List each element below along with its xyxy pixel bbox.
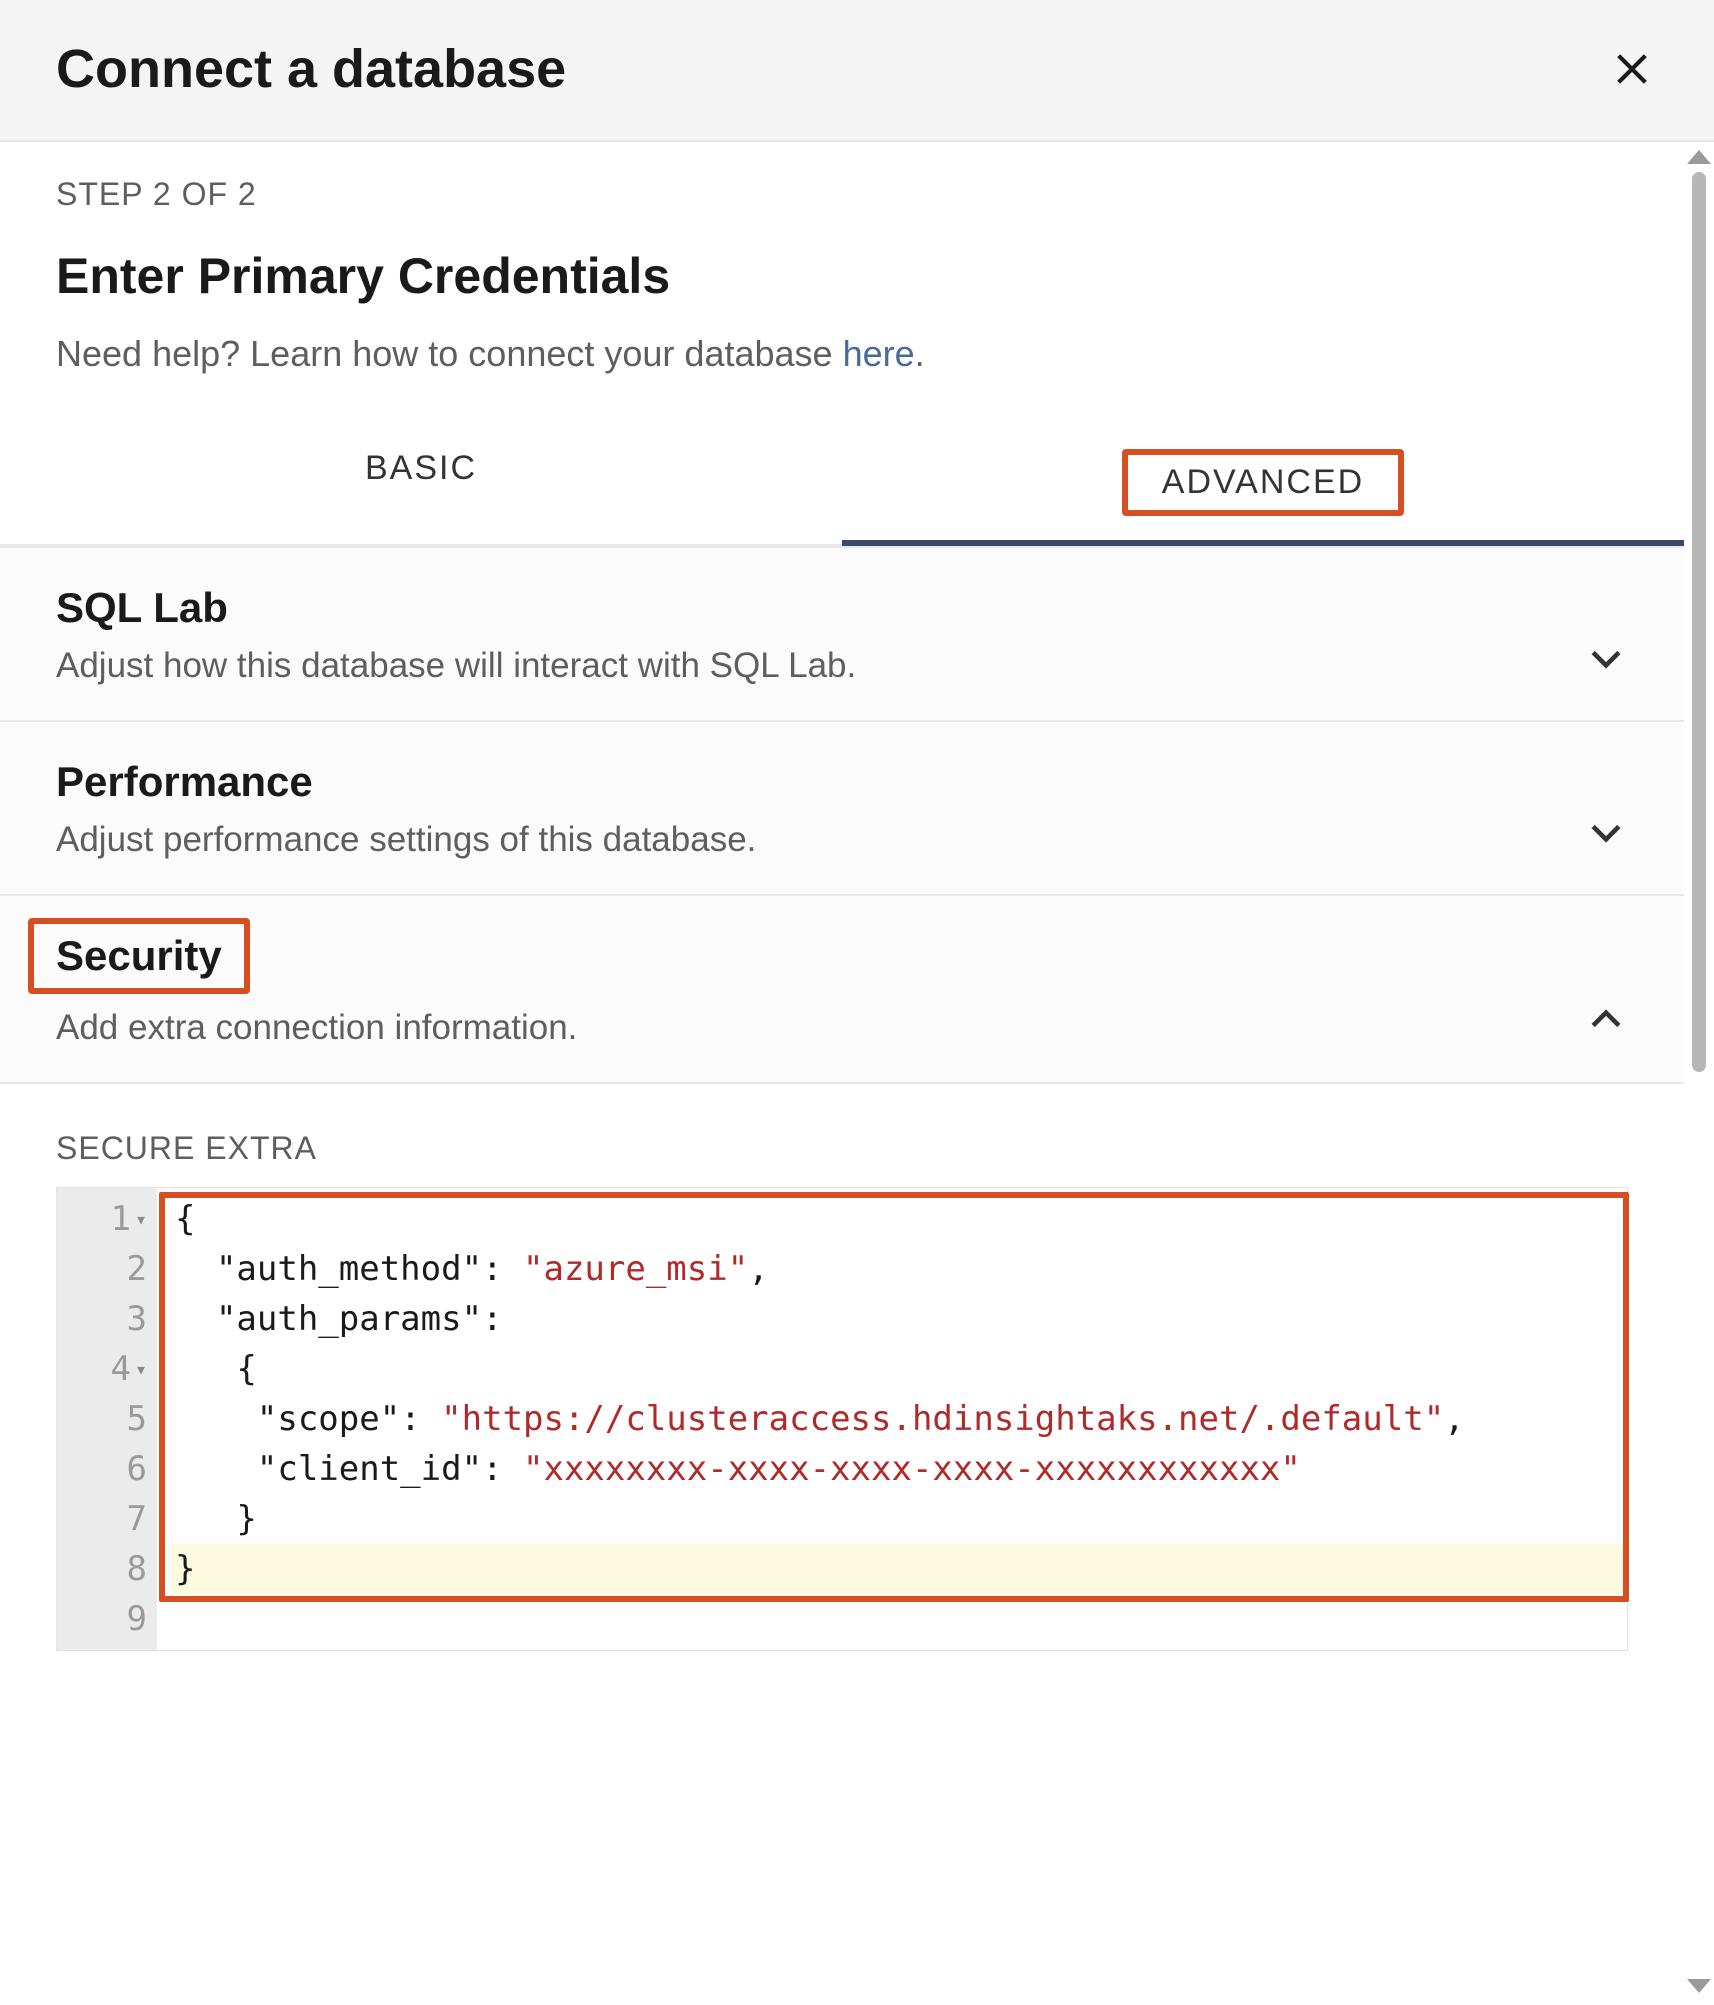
step-header: STEP 2 OF 2 Enter Primary Credentials Ne…: [0, 142, 1684, 383]
gutter-line: 1▾: [57, 1194, 157, 1244]
content-area: STEP 2 OF 2 Enter Primary Credentials Ne…: [0, 142, 1684, 2005]
tab-basic[interactable]: BASIC: [0, 423, 842, 546]
modal-header: Connect a database: [0, 0, 1714, 142]
secure-extra-label: SECURE EXTRA: [56, 1130, 1628, 1167]
section-performance-title: Performance: [56, 758, 313, 806]
gutter-line: 3: [57, 1294, 157, 1344]
tab-advanced-label: ADVANCED: [1122, 449, 1404, 516]
modal-scrollbar[interactable]: [1684, 142, 1714, 2005]
gutter-line: 4▾: [57, 1344, 157, 1394]
step-indicator: STEP 2 OF 2: [56, 176, 1628, 213]
chevron-up-icon: [1584, 998, 1628, 1042]
close-icon: [1612, 49, 1652, 89]
tab-advanced[interactable]: ADVANCED: [842, 423, 1684, 546]
section-security[interactable]: Security Add extra connection informatio…: [0, 896, 1684, 1084]
code-line: {: [171, 1194, 1627, 1244]
code-line: {: [171, 1344, 1627, 1394]
modal-body: STEP 2 OF 2 Enter Primary Credentials Ne…: [0, 142, 1714, 2005]
modal-title: Connect a database: [56, 38, 566, 100]
fold-icon[interactable]: ▾: [135, 1344, 147, 1394]
section-performance-desc: Adjust performance settings of this data…: [56, 820, 1584, 860]
gutter-line: 9: [57, 1594, 157, 1644]
scroll-up-arrow[interactable]: [1687, 150, 1711, 164]
section-sql-lab[interactable]: SQL Lab Adjust how this database will in…: [0, 548, 1684, 722]
section-sql-lab-desc: Adjust how this database will interact w…: [56, 646, 1584, 686]
code-line: "auth_method": "azure_msi",: [171, 1244, 1627, 1294]
code-line: "client_id": "xxxxxxxx-xxxx-xxxx-xxxx-xx…: [171, 1444, 1627, 1494]
help-line: Need help? Learn how to connect your dat…: [56, 333, 1628, 375]
scroll-track[interactable]: [1692, 172, 1706, 1971]
section-sql-lab-title: SQL Lab: [56, 584, 228, 632]
secure-extra-editor[interactable]: 1▾234▾56789 { "auth_method": "azure_msi"…: [56, 1187, 1628, 1651]
gutter-line: 8: [57, 1544, 157, 1594]
close-button[interactable]: [1606, 43, 1658, 95]
code-line: "auth_params":: [171, 1294, 1627, 1344]
section-security-body: SECURE EXTRA 1▾234▾56789 { "auth_method"…: [0, 1084, 1684, 1651]
advanced-accordion: SQL Lab Adjust how this database will in…: [0, 546, 1684, 1651]
section-performance[interactable]: Performance Adjust performance settings …: [0, 722, 1684, 896]
code-line: "scope": "https://clusteraccess.hdinsigh…: [171, 1394, 1627, 1444]
scroll-thumb[interactable]: [1692, 172, 1706, 1072]
section-security-desc: Add extra connection information.: [56, 1008, 1584, 1048]
gutter-line: 2: [57, 1244, 157, 1294]
gutter-line: 6: [57, 1444, 157, 1494]
tabs: BASIC ADVANCED: [0, 423, 1684, 546]
code-line: }: [171, 1544, 1627, 1594]
tab-basic-label: BASIC: [365, 449, 477, 488]
help-text-prefix: Need help? Learn how to connect your dat…: [56, 333, 843, 374]
gutter-line: 7: [57, 1494, 157, 1544]
editor-gutter: 1▾234▾56789: [57, 1188, 157, 1650]
chevron-down-icon: [1584, 636, 1628, 680]
code-line: [171, 1594, 1627, 1644]
step-title: Enter Primary Credentials: [56, 247, 1628, 305]
section-security-title: Security: [28, 918, 250, 994]
connect-database-modal: Connect a database STEP 2 OF 2 Enter Pri…: [0, 0, 1714, 2005]
editor-code-area[interactable]: { "auth_method": "azure_msi", "auth_para…: [157, 1188, 1627, 1650]
fold-icon[interactable]: ▾: [135, 1194, 147, 1244]
scroll-down-arrow[interactable]: [1687, 1979, 1711, 1993]
help-link[interactable]: here: [843, 333, 915, 374]
code-line: }: [171, 1494, 1627, 1544]
gutter-line: 5: [57, 1394, 157, 1444]
help-text-suffix: .: [915, 333, 925, 374]
chevron-down-icon: [1584, 810, 1628, 854]
